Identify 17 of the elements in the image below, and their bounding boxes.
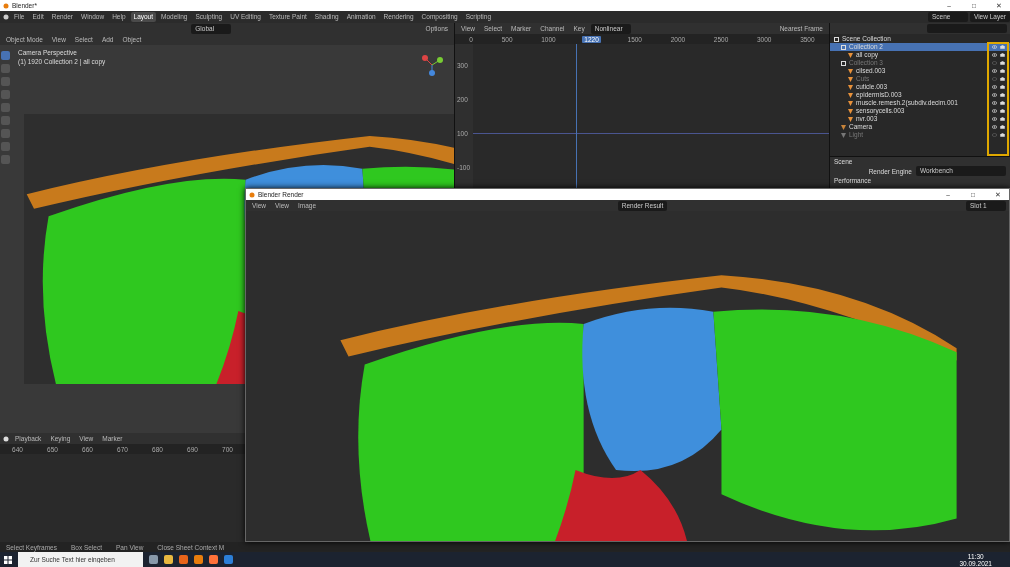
camera-icon[interactable]	[1000, 133, 1005, 137]
camera-icon[interactable]	[1000, 93, 1005, 97]
camera-icon	[841, 124, 846, 130]
camera-icon[interactable]	[1000, 101, 1005, 105]
camera-icon[interactable]	[1000, 61, 1005, 65]
camera-icon[interactable]	[1000, 109, 1005, 113]
collection-icon	[841, 60, 846, 66]
camera-icon[interactable]	[1000, 125, 1005, 129]
camera-icon[interactable]	[1000, 117, 1005, 121]
light-icon	[841, 132, 846, 138]
axis-gizmo-icon[interactable]	[420, 53, 444, 77]
camera-icon[interactable]	[1000, 53, 1005, 57]
camera-icon[interactable]	[1000, 69, 1005, 73]
mesh-icon	[848, 52, 853, 58]
camera-icon[interactable]	[1000, 77, 1005, 81]
camera-icon[interactable]	[1000, 85, 1005, 89]
windows-logo-icon[interactable]	[4, 555, 12, 564]
